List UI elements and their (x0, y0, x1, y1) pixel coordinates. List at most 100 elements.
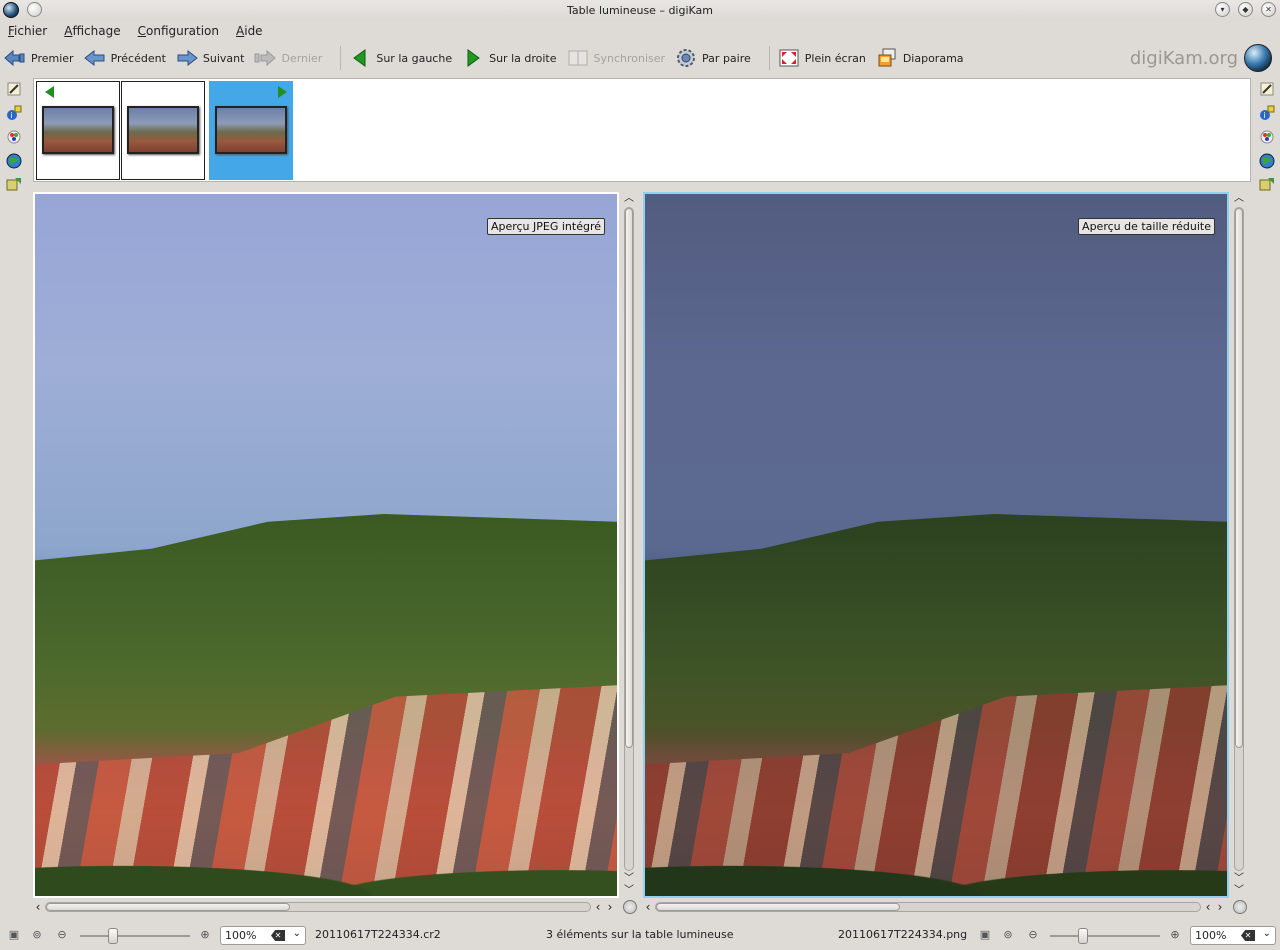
fullscreen-button[interactable]: Plein écran (778, 44, 874, 72)
scroll-up-icon[interactable]: ︿ (1232, 193, 1246, 205)
synchronize-button[interactable]: Synchroniser (567, 44, 674, 72)
zoom-in-icon[interactable]: ⊕ (1168, 927, 1182, 941)
tag-icon[interactable] (1259, 176, 1275, 194)
window-menu-icon[interactable] (27, 2, 42, 17)
scroll-track[interactable] (624, 207, 634, 871)
last-button[interactable]: Dernier (254, 44, 330, 72)
on-right-label: Sur la droite (489, 51, 557, 65)
navigation-corner-icon[interactable] (1233, 900, 1247, 914)
zoom-out-icon[interactable]: ⊖ (1026, 927, 1040, 941)
close-icon[interactable]: ✕ (1261, 2, 1276, 17)
menu-affichage[interactable]: Affichage (64, 24, 120, 38)
scroll-down-icon[interactable]: ﹀ (622, 885, 636, 897)
thumbnail-image (127, 106, 199, 154)
fit-window-icon[interactable]: ▣ (7, 927, 21, 941)
menu-fichier[interactable]: Fichier (8, 24, 47, 38)
window-title: Table lumineuse – digiKam (567, 3, 713, 17)
zoom-fit-icon[interactable]: ⊚ (1001, 927, 1015, 941)
clear-icon[interactable]: ✕ (1241, 930, 1255, 941)
chevron-down-icon[interactable]: ⌄ (1263, 928, 1271, 939)
chevron-down-icon[interactable]: ⌄ (293, 928, 301, 939)
first-button[interactable]: Premier (4, 44, 82, 72)
preview-photo (645, 194, 1227, 896)
zoom-slider-knob[interactable] (108, 928, 118, 944)
toolbar-separator (768, 46, 770, 70)
preview-type-label: Aperçu JPEG intégré (486, 218, 605, 235)
left-zoom-combo[interactable]: 100% ✕ ⌄ (220, 926, 306, 945)
by-pair-label: Par paire (702, 51, 751, 65)
right-horizontal-scrollbar[interactable]: ‹ ‹ › (643, 900, 1247, 914)
scroll-track[interactable] (45, 902, 591, 912)
previous-label: Précédent (110, 51, 166, 65)
digikam-app-icon[interactable] (3, 2, 19, 18)
scroll-up-icon[interactable]: ︿ (622, 193, 636, 205)
info-icon[interactable]: i (1259, 104, 1275, 122)
globe-icon[interactable] (1259, 152, 1275, 170)
on-right-button[interactable]: Sur la droite (462, 44, 564, 72)
by-pair-button[interactable]: Par paire (675, 44, 759, 72)
left-horizontal-scrollbar[interactable]: ‹ ‹ › (33, 900, 637, 914)
svg-text:i: i (1264, 111, 1266, 120)
navigation-corner-icon[interactable] (623, 900, 637, 914)
color-palette-icon[interactable] (1259, 128, 1275, 146)
next-button[interactable]: Suivant (176, 44, 253, 72)
globe-icon[interactable] (6, 152, 22, 170)
slideshow-button[interactable]: Diaporama (876, 44, 972, 72)
menu-aide[interactable]: Aide (236, 24, 263, 38)
menu-configuration[interactable]: Configuration (138, 24, 219, 38)
on-left-label: Sur la gauche (376, 51, 453, 65)
scroll-left-icon[interactable]: ‹ (593, 900, 603, 914)
scroll-right-icon[interactable]: › (1215, 900, 1225, 914)
scroll-thumb[interactable] (1235, 208, 1243, 748)
scroll-left-icon[interactable]: ‹ (33, 900, 43, 914)
slideshow-label: Diaporama (902, 51, 964, 65)
scroll-left-icon[interactable]: ‹ (1203, 900, 1213, 914)
right-filename: 20110617T224334.png (838, 928, 968, 941)
thumbnail-bar (33, 78, 1251, 182)
menu-bar: Fichier Affichage Configuration Aide (0, 21, 1280, 41)
right-zoom-combo[interactable]: 100% ✕ ⌄ (1190, 926, 1276, 945)
maximize-icon[interactable]: ◆ (1238, 2, 1253, 17)
digikam-logo-icon (1244, 44, 1272, 72)
previous-button[interactable]: Précédent (83, 44, 174, 72)
preview-photo (35, 194, 617, 896)
scroll-track[interactable] (655, 902, 1201, 912)
items-count-status: 3 éléments sur la table lumineuse (546, 928, 734, 941)
thumbnail-item[interactable] (121, 81, 205, 180)
left-vertical-scrollbar[interactable]: ︿ ﹀ ﹀ (622, 193, 636, 897)
scroll-thumb[interactable] (625, 208, 633, 748)
on-left-button[interactable]: Sur la gauche (349, 44, 460, 72)
scroll-thumb[interactable] (656, 903, 900, 911)
scroll-right-icon[interactable]: › (605, 900, 615, 914)
right-preview-pane[interactable]: Aperçu de taille réduite (643, 192, 1229, 898)
green-left-triangle-icon (349, 48, 371, 68)
thumbnail-item-selected[interactable] (209, 81, 293, 180)
color-palette-icon[interactable] (6, 128, 22, 146)
left-preview-pane[interactable]: Aperçu JPEG intégré (33, 192, 619, 898)
scroll-down-icon[interactable]: ﹀ (1232, 873, 1246, 885)
info-icon[interactable]: i (6, 104, 22, 122)
last-arrow-icon (254, 48, 277, 68)
scroll-down-icon[interactable]: ﹀ (1232, 885, 1246, 897)
zoom-in-icon[interactable]: ⊕ (198, 927, 212, 941)
minimize-icon[interactable]: ▾ (1215, 2, 1230, 17)
zoom-fit-icon[interactable]: ⊚ (30, 927, 44, 941)
thumbnail-item[interactable] (36, 81, 120, 180)
right-zoom-slider[interactable] (1050, 928, 1160, 944)
tag-icon[interactable] (6, 176, 22, 194)
left-zoom-slider[interactable] (80, 928, 190, 944)
zoom-slider-knob[interactable] (1078, 928, 1088, 944)
fullscreen-label: Plein écran (804, 51, 866, 65)
scroll-down-icon[interactable]: ﹀ (622, 873, 636, 885)
clear-icon[interactable]: ✕ (271, 930, 285, 941)
zoom-out-icon[interactable]: ⊖ (55, 927, 69, 941)
right-vertical-scrollbar[interactable]: ︿ ﹀ ﹀ (1232, 193, 1246, 897)
fit-window-icon[interactable]: ▣ (978, 927, 992, 941)
right-sidebar: i (1256, 80, 1278, 194)
right-arrow-icon (176, 48, 198, 68)
pencil-icon[interactable] (6, 80, 22, 98)
pencil-icon[interactable] (1259, 80, 1275, 98)
scroll-track[interactable] (1234, 207, 1244, 871)
scroll-thumb[interactable] (46, 903, 290, 911)
scroll-left-icon[interactable]: ‹ (643, 900, 653, 914)
